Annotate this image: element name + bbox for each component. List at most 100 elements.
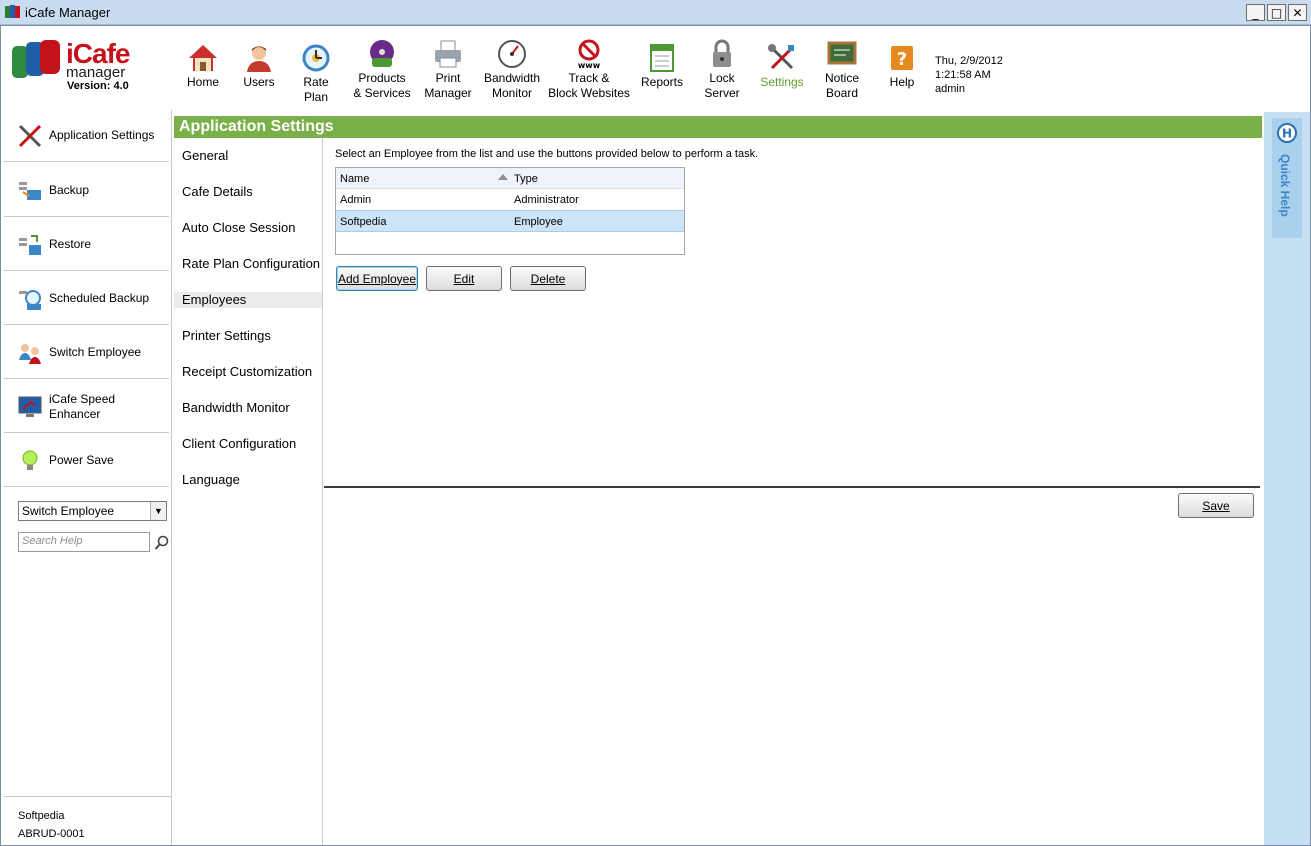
reports-icon	[650, 44, 674, 72]
settings-nav: General Cafe Details Auto Close Session …	[174, 138, 323, 845]
settings-nav-rate-plan-configuration[interactable]: Rate Plan Configuration	[174, 256, 322, 272]
backup-icon	[19, 181, 41, 200]
settings-nav-cafe-details[interactable]: Cafe Details	[174, 184, 322, 200]
scheduled-backup-icon	[19, 289, 41, 310]
rate-plan-icon	[302, 44, 330, 72]
employees-instructions: Select an Employee from the list and use…	[335, 148, 759, 160]
printer-icon	[435, 40, 461, 68]
status-datetime: Thu, 2/9/2012 1:21:58 AM admin	[935, 54, 1003, 96]
cell-name: Softpedia	[340, 216, 387, 228]
quick-help-panel: H Quick Help	[1264, 112, 1310, 845]
settings-icon	[768, 44, 794, 70]
products-icon	[370, 40, 394, 67]
users-icon	[247, 46, 271, 72]
sidebar-item-power-save[interactable]: Power Save	[4, 435, 169, 487]
toolbar-settings[interactable]: Settings	[756, 42, 808, 90]
status-date: Thu, 2/9/2012	[935, 55, 1003, 67]
cell-type: Employee	[514, 216, 563, 228]
app-version: Version: 4.0	[67, 80, 129, 92]
settings-nav-language[interactable]: Language	[174, 472, 322, 488]
window-title: iCafe Manager	[25, 5, 111, 20]
toolbar-rate-plan[interactable]: Rate Plan	[296, 42, 336, 105]
lightbulb-icon	[22, 450, 38, 470]
toolbar-products-services[interactable]: Products & Services	[352, 38, 412, 101]
delete-button[interactable]: Delete	[510, 266, 586, 291]
left-sidebar: Application Settings Backup Restore Sche…	[4, 110, 172, 845]
home-icon	[189, 45, 217, 71]
window-controls: _ □ ✕	[1246, 4, 1307, 21]
sidebar-item-backup[interactable]: Backup	[4, 165, 169, 217]
settings-nav-receipt-customization[interactable]: Receipt Customization	[174, 364, 322, 380]
switch-employee-icon	[19, 343, 41, 364]
chevron-down-icon[interactable]: ▼	[150, 502, 166, 520]
toolbar-lock-server[interactable]: Lock Server	[700, 38, 744, 101]
settings-nav-auto-close-session[interactable]: Auto Close Session	[174, 220, 322, 236]
settings-nav-employees[interactable]: Employees	[174, 292, 322, 308]
settings-nav-bandwidth-monitor[interactable]: Bandwidth Monitor	[174, 400, 322, 416]
cafe-name: Softpedia	[18, 810, 65, 822]
quick-help-tab[interactable]: H Quick Help	[1272, 118, 1302, 238]
block-www-icon: www	[578, 39, 601, 70]
section-title: Application Settings	[174, 116, 1262, 138]
svg-text:H: H	[1282, 127, 1292, 141]
table-header: Name Type	[336, 168, 684, 189]
toolbar-users[interactable]: Users	[239, 42, 279, 90]
table-row[interactable]: Admin Administrator	[336, 189, 684, 211]
toolbar-home[interactable]: Home	[182, 42, 224, 90]
toolbar-help[interactable]: ? Help	[884, 42, 920, 90]
column-header-name[interactable]: Name	[340, 173, 369, 185]
lock-icon	[713, 39, 731, 67]
search-icon[interactable]	[154, 535, 170, 551]
svg-text:www: www	[578, 61, 601, 70]
search-help-input[interactable]: Search Help	[18, 532, 150, 552]
sidebar-item-label: iCafe Speed Enhancer	[49, 391, 116, 421]
sidebar-item-label: Switch Employee	[49, 345, 142, 359]
content-divider	[324, 486, 1260, 488]
cafe-id: ABRUD-0001	[18, 828, 85, 840]
save-button[interactable]: Save	[1178, 493, 1254, 518]
table-row[interactable]: Softpedia Employee	[336, 210, 684, 232]
sidebar-item-application-settings[interactable]: Application Settings	[4, 110, 169, 162]
maximize-button[interactable]: □	[1267, 4, 1286, 21]
svg-text:?: ?	[897, 49, 907, 70]
close-button[interactable]: ✕	[1288, 4, 1307, 21]
restore-icon	[19, 234, 41, 255]
status-user: admin	[935, 83, 965, 95]
settings-nav-printer-settings[interactable]: Printer Settings	[174, 328, 322, 344]
toolbar-reports[interactable]: Reports	[638, 42, 686, 90]
status-time: 1:21:58 AM	[935, 69, 991, 81]
settings-nav-client-configuration[interactable]: Client Configuration	[174, 436, 322, 452]
sidebar-item-label: Restore	[49, 237, 92, 251]
notice-board-icon	[827, 41, 857, 65]
cell-name: Admin	[340, 194, 372, 206]
sidebar-item-switch-employee[interactable]: Switch Employee	[4, 327, 169, 379]
app-logo: iCafe manager Version: 4.0	[10, 38, 170, 100]
sidebar-item-label: Power Save	[49, 453, 114, 467]
toolbar-notice-board[interactable]: Notice Board	[818, 38, 866, 101]
sidebar-item-speed-enhancer[interactable]: iCafe Speed Enhancer	[4, 381, 169, 433]
quick-help-label: Quick Help	[1278, 154, 1292, 217]
logo-subtitle: manager	[66, 64, 126, 81]
toolbar-print-manager[interactable]: Print Manager	[422, 38, 474, 101]
column-header-type[interactable]: Type	[514, 173, 538, 185]
sidebar-item-scheduled-backup[interactable]: Scheduled Backup	[4, 273, 169, 325]
minimize-button[interactable]: _	[1246, 4, 1265, 21]
icafe-logo-icon	[12, 40, 60, 78]
settings-nav-general[interactable]: General	[174, 148, 322, 164]
app-logo-icon	[5, 5, 20, 18]
sidebar-item-restore[interactable]: Restore	[4, 219, 169, 271]
employees-table: Name Type Admin Administrator Softpedia …	[335, 167, 685, 255]
sidebar-item-label: Backup	[49, 183, 90, 197]
sidebar-item-label: Application Settings	[49, 128, 155, 142]
help-icon: ?	[891, 46, 913, 70]
sort-ascending-icon	[498, 174, 508, 180]
sidebar-footer: Softpedia ABRUD-0001	[4, 796, 172, 843]
toolbar-track-block-websites[interactable]: www Track & Block Websites	[548, 38, 630, 101]
gauge-icon	[498, 40, 526, 68]
edit-button[interactable]: Edit	[426, 266, 502, 291]
add-employee-button[interactable]: Add Employee	[336, 266, 418, 291]
title-bar: iCafe Manager _ □ ✕	[0, 0, 1311, 25]
sidebar-item-label: Scheduled Backup	[49, 291, 150, 305]
switch-employee-select[interactable]: Switch Employee ▼	[18, 501, 167, 521]
toolbar-bandwidth-monitor[interactable]: Bandwidth Monitor	[482, 38, 542, 101]
